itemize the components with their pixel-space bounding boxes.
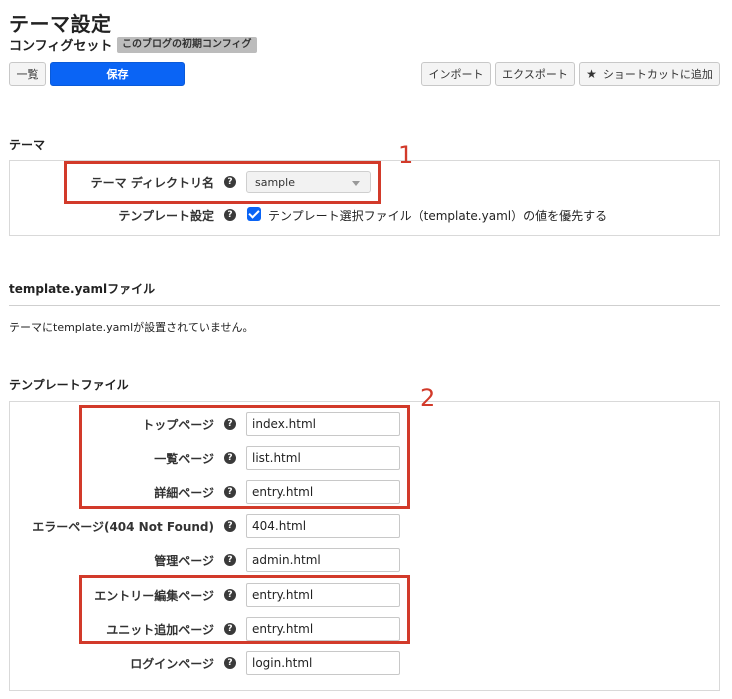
template-setting-label: テンプレート設定	[118, 209, 214, 223]
section-divider	[9, 305, 720, 306]
annotation-marker-2: 2	[420, 384, 436, 412]
login-page-input[interactable]	[246, 651, 400, 675]
login-page-label: ログインページ	[130, 657, 214, 671]
admin-page-input[interactable]	[246, 548, 400, 572]
annotation-box-1	[64, 161, 381, 204]
yaml-missing-message: テーマにtemplate.yamlが設置されていません。	[9, 321, 254, 334]
add-shortcut-label: ショートカットに追加	[602, 68, 713, 81]
annotation-box-2a	[79, 405, 410, 509]
yaml-section-title: template.yamlファイル	[9, 282, 156, 296]
template-priority-checkbox[interactable]	[247, 207, 261, 221]
import-button[interactable]: インポート	[421, 62, 491, 86]
config-badge: このブログの初期コンフィグ	[117, 37, 257, 53]
template-priority-label: テンプレート選択ファイル（template.yaml）の値を優先する	[268, 209, 608, 223]
help-icon[interactable]: ?	[224, 554, 236, 566]
help-icon[interactable]: ?	[224, 209, 236, 221]
template-files-section-title: テンプレートファイル	[9, 378, 129, 392]
add-shortcut-button[interactable]: ★ ショートカットに追加	[579, 62, 720, 86]
help-icon[interactable]: ?	[224, 520, 236, 532]
config-set-label: コンフィグセット	[9, 39, 113, 54]
annotation-marker-1: 1	[398, 141, 414, 169]
theme-section-title: テーマ	[9, 138, 46, 152]
annotation-box-2b	[79, 575, 410, 644]
export-button[interactable]: エクスポート	[495, 62, 575, 86]
error-page-input[interactable]	[246, 514, 400, 538]
error-page-label: エラーページ(404 Not Found)	[32, 520, 214, 534]
save-button[interactable]: 保存	[50, 62, 185, 86]
help-icon[interactable]: ?	[224, 657, 236, 669]
star-icon: ★	[586, 67, 597, 81]
admin-page-label: 管理ページ	[154, 554, 214, 568]
page-title: テーマ設定	[9, 12, 112, 36]
list-button[interactable]: 一覧	[9, 62, 46, 86]
